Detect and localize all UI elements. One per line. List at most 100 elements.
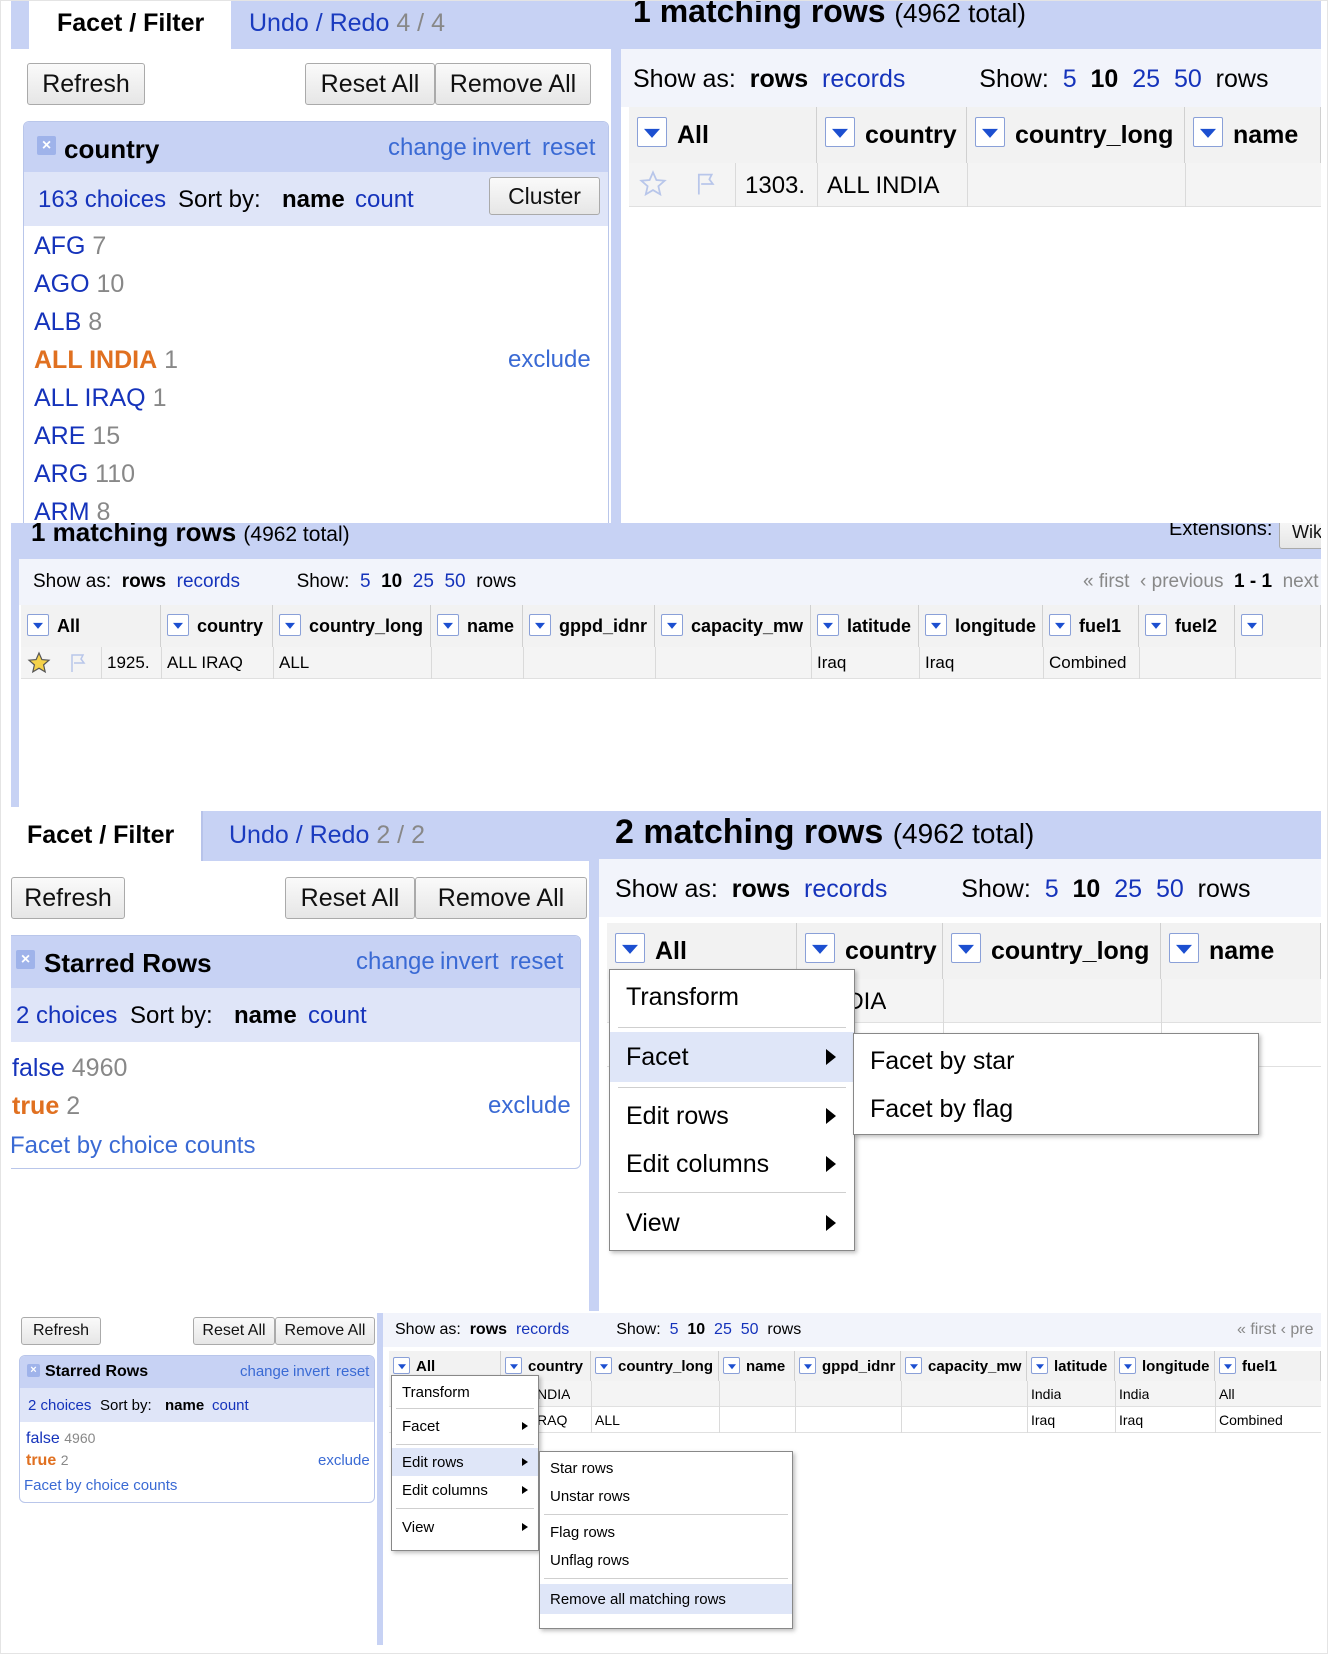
choices-count-link[interactable]: 2 choices — [16, 1002, 117, 1030]
column-header-all[interactable]: All — [21, 605, 161, 647]
facet-by-choice-counts-link[interactable]: Facet by choice counts — [11, 1132, 255, 1160]
tab-facet-filter[interactable]: Facet / Filter — [29, 1, 231, 49]
page-size-10[interactable]: 10 — [381, 571, 402, 592]
menu-item-view[interactable]: View — [392, 1512, 538, 1542]
menu-item-edit-rows[interactable]: Edit rows — [610, 1092, 854, 1140]
column-header-country-long[interactable]: country_long — [273, 605, 431, 647]
facet-choice-item[interactable]: ARM 8 — [34, 498, 110, 523]
column-menu-icon[interactable] — [637, 117, 667, 147]
column-header-country[interactable]: country — [161, 605, 273, 647]
choices-count-link[interactable]: 2 choices — [28, 1397, 91, 1414]
column-header-country-long[interactable]: country_long — [591, 1351, 719, 1381]
facet-choice-item[interactable]: AGO 10 — [34, 270, 124, 299]
refresh-button[interactable]: Refresh — [27, 63, 145, 105]
column-header-name[interactable]: name — [431, 605, 523, 647]
column-menu-icon[interactable] — [805, 933, 835, 963]
page-size-10[interactable]: 10 — [1073, 875, 1101, 903]
show-as-records-link[interactable]: records — [516, 1321, 569, 1338]
column-menu-icon[interactable] — [1145, 614, 1167, 636]
submenu-item-facet-by-star[interactable]: Facet by star — [854, 1038, 1258, 1084]
facet-invert-link[interactable]: invert — [440, 948, 499, 976]
column-header-name[interactable]: name — [1185, 107, 1321, 163]
column-menu-icon[interactable] — [595, 1357, 612, 1374]
column-menu-icon[interactable] — [1241, 614, 1263, 636]
reset-all-button[interactable]: Reset All — [193, 1317, 275, 1345]
menu-item-edit-rows[interactable]: Edit rows — [392, 1448, 538, 1476]
refresh-button[interactable]: Refresh — [11, 877, 125, 919]
facet-choice-item[interactable]: false 4960 — [26, 1430, 95, 1448]
page-size-5[interactable]: 5 — [670, 1321, 679, 1338]
facet-reset-link[interactable]: reset — [542, 134, 595, 162]
show-as-records-link[interactable]: records — [177, 571, 240, 592]
column-menu-icon[interactable] — [817, 614, 839, 636]
column-menu-icon[interactable] — [975, 117, 1005, 147]
column-header-name[interactable]: name — [1161, 923, 1321, 979]
column-menu-icon[interactable] — [393, 1357, 410, 1374]
star-icon[interactable] — [639, 170, 667, 198]
sort-count-link[interactable]: count — [308, 1002, 367, 1030]
menu-item-edit-columns[interactable]: Edit columns — [610, 1140, 854, 1188]
column-menu-icon[interactable] — [167, 614, 189, 636]
show-as-rows[interactable]: rows — [470, 1321, 507, 1338]
show-as-records-link[interactable]: records — [804, 875, 887, 903]
remove-all-button[interactable]: Remove All — [275, 1317, 375, 1345]
facet-choice-item[interactable]: ARE 15 — [34, 422, 120, 451]
pager-next[interactable]: next — [1283, 571, 1319, 592]
cluster-button[interactable]: Cluster — [489, 177, 600, 215]
facet-change-link[interactable]: change — [240, 1363, 289, 1380]
column-menu-icon[interactable] — [1031, 1357, 1048, 1374]
page-size-50[interactable]: 50 — [1174, 65, 1202, 93]
pager-previous[interactable]: ‹ previous — [1140, 571, 1223, 592]
page-size-10[interactable]: 10 — [1091, 65, 1119, 93]
pager-previous[interactable]: ‹ pre — [1281, 1321, 1314, 1338]
submenu-item-unflag-rows[interactable]: Unflag rows — [540, 1546, 792, 1574]
close-facet-icon[interactable]: × — [37, 136, 56, 155]
column-menu-icon[interactable] — [799, 1357, 816, 1374]
close-facet-icon[interactable]: × — [27, 1364, 40, 1377]
facet-reset-link[interactable]: reset — [510, 948, 563, 976]
facet-choice-item-selected[interactable]: true 2 — [26, 1452, 68, 1470]
pager-first[interactable]: « first — [1237, 1321, 1276, 1338]
menu-item-view[interactable]: View — [610, 1198, 854, 1248]
close-facet-icon[interactable]: × — [16, 950, 35, 969]
column-header-capacity-mw[interactable]: capacity_mw — [655, 605, 811, 647]
column-header-country-long[interactable]: country_long — [943, 923, 1161, 979]
column-header-name[interactable]: name — [719, 1351, 795, 1381]
page-size-25[interactable]: 25 — [1132, 65, 1160, 93]
column-menu-icon[interactable] — [1169, 933, 1199, 963]
submenu-item-facet-by-flag[interactable]: Facet by flag — [854, 1086, 1258, 1132]
page-size-25[interactable]: 25 — [714, 1321, 732, 1338]
submenu-item-remove-all-matching-rows[interactable]: Remove all matching rows — [540, 1584, 792, 1614]
facet-choice-item[interactable]: ALL IRAQ 1 — [34, 384, 166, 413]
tab-undo-redo[interactable]: Undo / Redo 2 / 2 — [229, 821, 425, 850]
reset-all-button[interactable]: Reset All — [305, 63, 435, 105]
extensions-wiki-button[interactable]: Wiki — [1279, 523, 1321, 549]
menu-item-edit-columns[interactable]: Edit columns — [392, 1476, 538, 1504]
column-menu-icon[interactable] — [279, 614, 301, 636]
sort-count-link[interactable]: count — [212, 1397, 249, 1414]
column-menu-icon[interactable] — [951, 933, 981, 963]
facet-by-choice-counts-link[interactable]: Facet by choice counts — [24, 1477, 177, 1494]
column-menu-icon[interactable] — [723, 1357, 740, 1374]
column-header-country[interactable]: country — [817, 107, 967, 163]
menu-item-transform[interactable]: Transform — [610, 972, 854, 1022]
facet-change-link[interactable]: change — [388, 134, 467, 162]
sort-name-option[interactable]: name — [234, 1002, 297, 1030]
column-header-country-long[interactable]: country_long — [967, 107, 1185, 163]
column-header-gppd-idnr[interactable]: gppd_idnr — [795, 1351, 901, 1381]
facet-choice-item[interactable]: ARG 110 — [34, 460, 135, 489]
facet-choice-item-selected[interactable]: ALL INDIA 1 — [34, 346, 178, 375]
column-menu-icon[interactable] — [615, 933, 645, 963]
menu-item-facet[interactable]: Facet — [392, 1412, 538, 1440]
submenu-item-star-rows[interactable]: Star rows — [540, 1454, 792, 1482]
facet-choice-item[interactable]: AFG 7 — [34, 232, 106, 261]
page-size-25[interactable]: 25 — [413, 571, 434, 592]
remove-all-button[interactable]: Remove All — [435, 63, 591, 105]
submenu-item-flag-rows[interactable]: Flag rows — [540, 1518, 792, 1546]
column-menu-icon[interactable] — [529, 614, 551, 636]
refresh-button[interactable]: Refresh — [21, 1317, 101, 1345]
column-menu-icon[interactable] — [825, 117, 855, 147]
column-menu-icon[interactable] — [437, 614, 459, 636]
page-size-10[interactable]: 10 — [687, 1321, 705, 1338]
exclude-link[interactable]: exclude — [488, 1092, 571, 1120]
